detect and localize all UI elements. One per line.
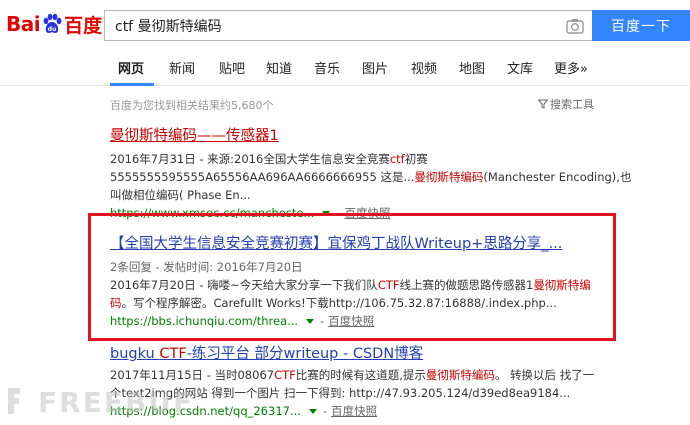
chevron-down-icon[interactable] xyxy=(308,408,317,414)
freebuf-logo-icon xyxy=(8,388,20,414)
snippet-highlight: 曼彻斯特编码 xyxy=(414,170,484,184)
tab-web[interactable]: 网页 xyxy=(118,58,144,77)
result-snippet: 5555555595555A65556AA696AA6666666955 这是.… xyxy=(110,168,631,186)
snippet-highlight: 曼彻斯特编码 xyxy=(425,368,495,382)
tab-news[interactable]: 新闻 xyxy=(169,58,195,77)
result-snippet: 叫做相位编码( Phase En... xyxy=(110,188,251,202)
snippet-text: 比赛的时候有这道题,提示 xyxy=(295,368,426,382)
search-result: 曼彻斯特编码——传感器1 2016年7月31日 - 来源:2016全国大学生信息… xyxy=(110,124,631,222)
search-input[interactable] xyxy=(115,16,555,36)
tab-music[interactable]: 音乐 xyxy=(314,58,340,77)
snippet-highlight: CTF xyxy=(274,368,296,382)
annotation-highlight-box xyxy=(88,213,616,341)
vertical-tabs: 网页 新闻 贴吧 知道 音乐 图片 视频 地图 文库 更多» xyxy=(0,48,690,86)
tab-more[interactable]: 更多» xyxy=(554,58,588,77)
title-text: -练习平台 部分writeup - CSDN博客 xyxy=(186,346,424,362)
snippet-text: 初赛 xyxy=(404,152,428,166)
result-title[interactable]: bugku CTF-练习平台 部分writeup - CSDN博客 xyxy=(110,342,594,363)
snippet-text: (Manchester Encoding),也 xyxy=(483,170,632,184)
camera-icon[interactable] xyxy=(566,18,584,34)
tab-zhidao[interactable]: 知道 xyxy=(266,58,292,77)
snapshot-link[interactable]: 百度快照 xyxy=(331,402,377,420)
search-box xyxy=(104,10,592,41)
logo-text-cn: 百度 xyxy=(64,14,103,37)
tab-video[interactable]: 视频 xyxy=(411,58,437,77)
search-tools[interactable]: 搜索工具 xyxy=(538,96,594,112)
watermark: FREEBUF xyxy=(38,386,195,419)
title-text: bugku xyxy=(110,346,160,362)
paw-icon: du xyxy=(43,13,62,33)
baidu-logo[interactable]: Bai du 百度 xyxy=(6,8,102,40)
result-snippet: 2017年11月15日 - 当时08067CTF比赛的时候有这道题,提示曼彻斯特… xyxy=(110,366,594,384)
snippet-text: 5555555595555A65556AA696AA6666666955 这是.… xyxy=(110,170,415,184)
snippet-text: 2016年7月31日 - 来源:2016全国大学生信息安全竞赛 xyxy=(110,152,390,166)
snippet-text: 。 转换以后 找了一 xyxy=(494,368,595,382)
result-snippet: 2016年7月31日 - 来源:2016全国大学生信息安全竞赛ctf初赛 xyxy=(110,150,631,168)
snippet-highlight: ctf xyxy=(389,152,405,166)
snippet-text: 2017年11月15日 - 当时08067 xyxy=(110,368,275,382)
title-highlight: CTF xyxy=(159,346,187,362)
tab-map[interactable]: 地图 xyxy=(459,58,485,77)
filter-icon xyxy=(538,99,548,109)
logo-text-bai: Bai xyxy=(6,12,41,36)
tab-tieba[interactable]: 贴吧 xyxy=(219,58,245,77)
active-tab-indicator xyxy=(110,83,154,86)
tab-images[interactable]: 图片 xyxy=(362,58,388,77)
search-button[interactable]: 百度一下 xyxy=(592,10,690,41)
result-count: 百度为您找到相关结果约5,680个 xyxy=(110,99,274,112)
svg-text:du: du xyxy=(48,26,57,33)
header: Bai du 百度 百度一下 xyxy=(0,0,690,48)
result-title[interactable]: 曼彻斯特编码——传感器1 xyxy=(110,124,631,145)
search-tools-label: 搜索工具 xyxy=(550,98,594,111)
tab-wenku[interactable]: 文库 xyxy=(507,58,533,77)
